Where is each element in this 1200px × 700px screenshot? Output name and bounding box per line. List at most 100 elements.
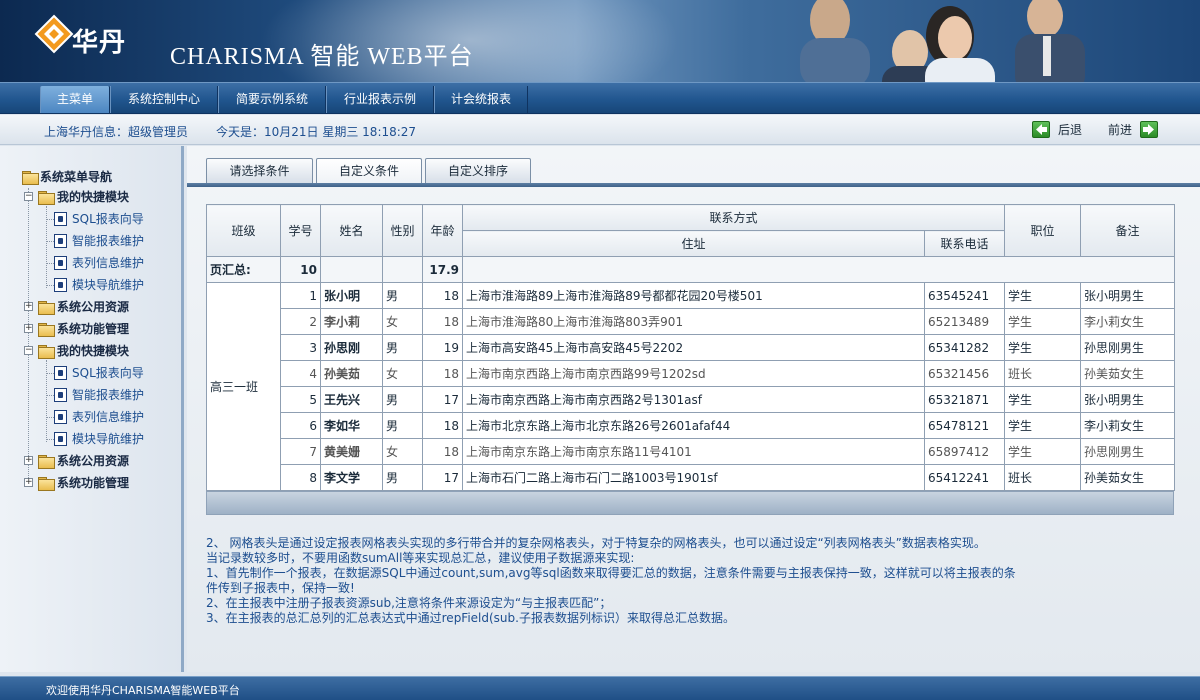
tab-select-conditions[interactable]: 请选择条件 <box>206 158 313 184</box>
cell-address: 上海市淮海路80上海市淮海路803弄901 <box>462 308 925 335</box>
page-icon <box>54 410 67 424</box>
cell-address: 上海市北京东路上海市北京东路26号2601afaf44 <box>462 412 925 439</box>
tree-item-sql-wizard[interactable]: SQL报表向导 <box>54 210 174 228</box>
header-remark[interactable]: 备注 <box>1080 204 1176 257</box>
header-phone[interactable]: 联系电话 <box>923 230 1006 257</box>
cell-phone: 63545241 <box>923 282 1006 309</box>
cell-remark: 孙思刚男生 <box>1080 334 1176 361</box>
cell-name: 孙美茹 <box>320 360 383 387</box>
footer-text: 欢迎使用华丹CHARISMA智能WEB平台 <box>46 684 240 697</box>
tree-item-label: 智能报表维护 <box>72 388 145 402</box>
back-button[interactable]: 后退 <box>1032 121 1086 139</box>
tree-item-report-maint[interactable]: 智能报表维护 <box>54 232 174 250</box>
tree-item-module-nav-2[interactable]: 模块导航维护 <box>54 430 174 448</box>
platform-title: CHARISMA 智能 WEB平台 <box>170 44 474 70</box>
note-line: 2、在主报表中注册子报表资源sub,注意将条件来源设定为“与主报表匹配”； <box>206 596 612 610</box>
tree-item-label: SQL报表向导 <box>72 366 144 380</box>
header-address[interactable]: 住址 <box>462 230 925 257</box>
tree-group-public-2[interactable]: + 系统公用资源 <box>24 452 174 470</box>
cell-phone: 65478121 <box>923 412 1006 439</box>
tree-group-shortcuts[interactable]: − 我的快捷模块 <box>24 188 174 206</box>
help-notes: 2、 网格表头是通过设定报表网格表头实现的多行带合并的复杂网格表头，对于特复杂的… <box>206 536 1026 626</box>
nav-main-menu[interactable]: 主菜单 <box>40 86 110 113</box>
summary-age: 17.9 <box>422 256 463 283</box>
main-content: 请选择条件 自定义条件 自定义排序 班级 学号 姓名 性别 年龄 联系方式 职位… <box>187 146 1200 672</box>
expand-icon[interactable]: + <box>24 302 33 311</box>
cell-name: 孙思刚 <box>320 334 383 361</box>
page-icon <box>54 212 67 226</box>
tree-item-column-maint[interactable]: 表列信息维护 <box>54 254 174 272</box>
cell-age: 19 <box>422 334 463 361</box>
cell-remark: 李小莉女生 <box>1080 412 1176 439</box>
cell-name: 李如华 <box>320 412 383 439</box>
cell-gender: 女 <box>382 438 423 465</box>
tree-item-label: 表列信息维护 <box>72 256 145 270</box>
expand-icon[interactable]: + <box>24 456 33 465</box>
forward-label: 前进 <box>1108 123 1133 137</box>
cell-gender: 男 <box>382 412 423 439</box>
logo-text: 华丹 <box>72 28 127 58</box>
cell-no: 1 <box>280 282 321 309</box>
nav-system-control[interactable]: 系统控制中心 <box>110 86 218 113</box>
cell-address: 上海市石门二路上海市石门二路1003号1901sf <box>462 464 925 491</box>
page-icon <box>54 234 67 248</box>
table-row[interactable]: 4 孙美茹 女 18 上海市南京西路上海市南京西路99号1202sd 65321… <box>207 360 1176 387</box>
table-row[interactable]: 6 李如华 男 18 上海市北京东路上海市北京东路26号2601afaf44 6… <box>207 412 1176 439</box>
header-name[interactable]: 姓名 <box>320 204 383 257</box>
table-row[interactable]: 高三一班 1 张小明 男 18 上海市淮海路89上海市淮海路89号都都花园20号… <box>206 282 1176 491</box>
tree-item-report-maint-2[interactable]: 智能报表维护 <box>54 386 174 404</box>
folder-open-icon <box>38 345 55 359</box>
table-row[interactable]: 8 李文学 男 17 上海市石门二路上海市石门二路1003号1901sf 654… <box>207 464 1176 491</box>
cell-remark: 张小明男生 <box>1080 386 1176 413</box>
report-grid: 班级 学号 姓名 性别 年龄 联系方式 职位 备注 住址 联系电话 页汇总: 1… <box>206 204 1176 491</box>
cell-age: 17 <box>422 386 463 413</box>
tab-custom-sort[interactable]: 自定义排序 <box>425 158 531 184</box>
table-row[interactable]: 5 王先兴 男 17 上海市南京西路上海市南京西路2号1301asf 65321… <box>207 386 1176 413</box>
table-row[interactable]: 2 李小莉 女 18 上海市淮海路80上海市淮海路803弄901 6521348… <box>207 308 1176 335</box>
tree-group-functions-2[interactable]: + 系统功能管理 <box>24 474 174 492</box>
expand-icon[interactable]: + <box>24 478 33 487</box>
collapse-icon[interactable]: − <box>24 192 33 201</box>
tree-item-sql-wizard-2[interactable]: SQL报表向导 <box>54 364 174 382</box>
header-position[interactable]: 职位 <box>1004 204 1082 257</box>
cell-address: 上海市高安路45上海市高安路45号2202 <box>462 334 925 361</box>
current-user: 上海华丹信息：超级管理员 <box>44 125 189 139</box>
header-gender[interactable]: 性别 <box>382 204 423 257</box>
cell-remark: 孙美茹女生 <box>1080 360 1176 387</box>
nav-industry-reports[interactable]: 行业报表示例 <box>326 86 434 113</box>
table-row[interactable]: 7 黄美姗 女 18 上海市南京东路上海市南京东路11号4101 6589741… <box>207 438 1176 465</box>
back-arrow-icon <box>1032 121 1050 138</box>
collapse-icon[interactable]: − <box>24 346 33 355</box>
nav-accounting-reports[interactable]: 计会统报表 <box>434 86 528 113</box>
cell-position: 学生 <box>1004 334 1082 361</box>
cell-address: 上海市南京东路上海市南京东路11号4101 <box>462 438 925 465</box>
note-line: 1、首先制作一个报表，在数据源SQL中通过count,sum,avg等sql函数… <box>206 566 1016 580</box>
cell-name: 张小明 <box>320 282 383 309</box>
cell-gender: 女 <box>382 360 423 387</box>
tree-item-column-maint-2[interactable]: 表列信息维护 <box>54 408 174 426</box>
current-date: 今天是：10月21日 星期三 18:18:27 <box>216 125 417 139</box>
tree-group-functions[interactable]: + 系统功能管理 <box>24 320 174 338</box>
cell-age: 18 <box>422 412 463 439</box>
cell-no: 4 <box>280 360 321 387</box>
summary-label: 页汇总: <box>206 256 281 283</box>
header-no[interactable]: 学号 <box>280 204 321 257</box>
header-age[interactable]: 年龄 <box>422 204 463 257</box>
cell-gender: 男 <box>382 464 423 491</box>
tab-custom-conditions[interactable]: 自定义条件 <box>316 158 422 185</box>
cell-phone: 65341282 <box>923 334 1006 361</box>
tree-group-public[interactable]: + 系统公用资源 <box>24 298 174 316</box>
cell-name: 黄美姗 <box>320 438 383 465</box>
header-class[interactable]: 班级 <box>206 204 281 257</box>
tree-root[interactable]: 系统菜单导航 <box>22 168 172 186</box>
tree-group-label: 系统公用资源 <box>57 454 130 468</box>
cell-position: 学生 <box>1004 438 1082 465</box>
tree-item-module-nav[interactable]: 模块导航维护 <box>54 276 174 294</box>
forward-button[interactable]: 前进 <box>1108 121 1162 139</box>
nav-brief-demo[interactable]: 简要示例系统 <box>218 86 326 113</box>
expand-icon[interactable]: + <box>24 324 33 333</box>
table-row[interactable]: 3 孙思刚 男 19 上海市高安路45上海市高安路45号2202 6534128… <box>207 334 1176 361</box>
tree-group-shortcuts-2[interactable]: − 我的快捷模块 <box>24 342 174 360</box>
tree-item-label: 模块导航维护 <box>72 278 145 292</box>
cell-age: 17 <box>422 464 463 491</box>
